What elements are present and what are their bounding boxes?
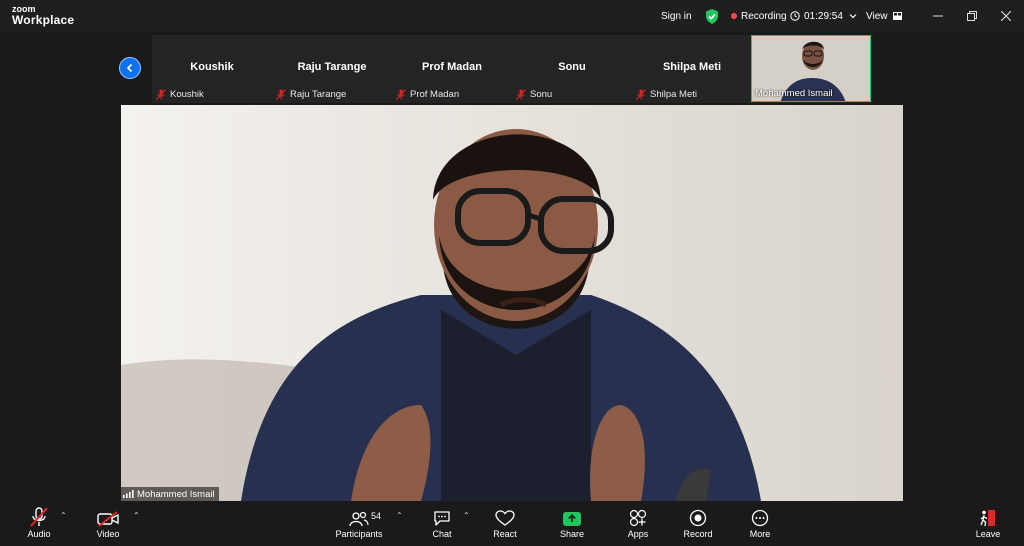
view-label: View	[866, 10, 888, 22]
leave-door-icon	[980, 510, 995, 527]
share-screen-icon	[563, 512, 581, 526]
signal-strength-icon	[123, 490, 134, 498]
chat-options-caret-icon[interactable]: ⌃	[463, 511, 470, 520]
muted-mic-icon	[276, 89, 286, 100]
recording-label: Recording	[741, 10, 787, 22]
restore-icon	[967, 11, 977, 21]
more-icon	[751, 509, 769, 527]
record-button[interactable]: Record	[682, 501, 714, 546]
apps-label: Apps	[627, 529, 649, 539]
video-label: Video	[96, 529, 120, 539]
participant-name: Raju Tarange	[297, 61, 367, 73]
participant-tile[interactable]: Koushik Koushik	[152, 35, 272, 103]
chevron-left-icon	[126, 63, 133, 73]
timer-value: 01:29:54	[804, 10, 843, 22]
audio-label: Audio	[27, 529, 51, 539]
apps-icon	[629, 509, 647, 527]
participant-name: Koushik	[190, 61, 234, 73]
app-logo: zoom Workplace	[12, 4, 74, 26]
chevron-down-icon	[849, 14, 857, 19]
participant-label: Koushik	[156, 89, 204, 100]
participant-name: Sonu	[558, 61, 586, 73]
participant-label-text: Koushik	[170, 89, 204, 100]
minimize-icon	[933, 15, 943, 17]
apps-button[interactable]: Apps	[624, 501, 652, 546]
more-button[interactable]: More	[746, 501, 774, 546]
share-button[interactable]: Share	[557, 501, 587, 546]
meeting-timer[interactable]: 01:29:54	[790, 0, 857, 32]
muted-mic-icon	[396, 89, 406, 100]
more-label: More	[749, 529, 771, 539]
participant-label: Sonu	[516, 89, 552, 100]
audio-button[interactable]: Audio	[25, 501, 53, 546]
recording-dot-icon	[731, 13, 737, 19]
participant-name: Shilpa Meti	[662, 61, 722, 73]
leave-label: Leave	[975, 529, 1001, 539]
speaker-name-tag: Mohammed Ismail	[121, 487, 219, 501]
participants-options-caret-icon[interactable]: ⌃	[396, 511, 403, 520]
record-icon	[689, 509, 707, 527]
participant-tile[interactable]: Sonu Sonu	[512, 35, 632, 103]
participants-icon	[349, 511, 369, 527]
speaker-video-image	[121, 105, 903, 501]
leave-button[interactable]: Leave	[973, 501, 1003, 546]
muted-mic-icon	[516, 89, 526, 100]
active-speaker-label: Mohammed Ismail	[755, 88, 833, 99]
main-video[interactable]	[121, 105, 903, 501]
participant-label-text: Prof Madan	[410, 89, 460, 100]
mic-muted-icon	[30, 507, 48, 527]
participant-tile[interactable]: Shilpa Meti Shilpa Meti	[632, 35, 752, 103]
sign-in-link[interactable]: Sign in	[661, 0, 692, 32]
grid-view-icon	[892, 12, 902, 20]
participant-label-text: Shilpa Meti	[650, 89, 697, 100]
clock-icon	[790, 11, 800, 21]
camera-off-icon	[97, 511, 119, 527]
title-bar: zoom Workplace Sign in Recording 01:29:5…	[0, 0, 1024, 32]
participant-label-text: Raju Tarange	[290, 89, 347, 100]
participants-label: Participants	[335, 529, 383, 539]
record-label: Record	[683, 529, 713, 539]
chat-button[interactable]: Chat	[428, 501, 456, 546]
close-button[interactable]	[989, 0, 1023, 32]
logo-bottom: Workplace	[12, 13, 75, 27]
video-button[interactable]: Video	[93, 501, 123, 546]
heart-icon	[495, 510, 515, 526]
chat-icon	[434, 511, 450, 526]
close-icon	[1001, 11, 1011, 21]
participant-name: Prof Madan	[422, 61, 482, 73]
react-label: React	[493, 529, 517, 539]
chat-label: Chat	[432, 529, 452, 539]
active-speaker-thumbnail[interactable]: Mohammed Ismail	[751, 35, 871, 102]
muted-mic-icon	[636, 89, 646, 100]
restore-button[interactable]	[955, 0, 989, 32]
view-button[interactable]: View	[866, 0, 902, 32]
participant-label: Shilpa Meti	[636, 89, 697, 100]
video-options-caret-icon[interactable]: ⌃	[133, 511, 140, 520]
participant-tile[interactable]: Prof Madan Prof Madan	[392, 35, 512, 103]
participant-tile[interactable]: Raju Tarange Raju Tarange	[272, 35, 392, 103]
participants-button[interactable]: Participants	[332, 501, 386, 546]
participant-count-badge: 54	[371, 511, 382, 521]
recording-indicator[interactable]: Recording	[731, 0, 787, 32]
speaker-name: Mohammed Ismail	[137, 488, 215, 500]
share-label: Share	[559, 529, 585, 539]
strip-back-button[interactable]	[119, 57, 141, 79]
meeting-toolbar: Audio ⌃ Video ⌃ Participants 54 ⌃ Chat ⌃…	[0, 501, 1024, 546]
audio-options-caret-icon[interactable]: ⌃	[60, 511, 67, 520]
security-shield-icon[interactable]	[705, 0, 719, 32]
minimize-button[interactable]	[921, 0, 955, 32]
participant-label-text: Sonu	[530, 89, 553, 100]
participant-label: Raju Tarange	[276, 89, 346, 100]
muted-mic-icon	[156, 89, 166, 100]
react-button[interactable]: React	[490, 501, 520, 546]
participant-label: Prof Madan	[396, 89, 459, 100]
